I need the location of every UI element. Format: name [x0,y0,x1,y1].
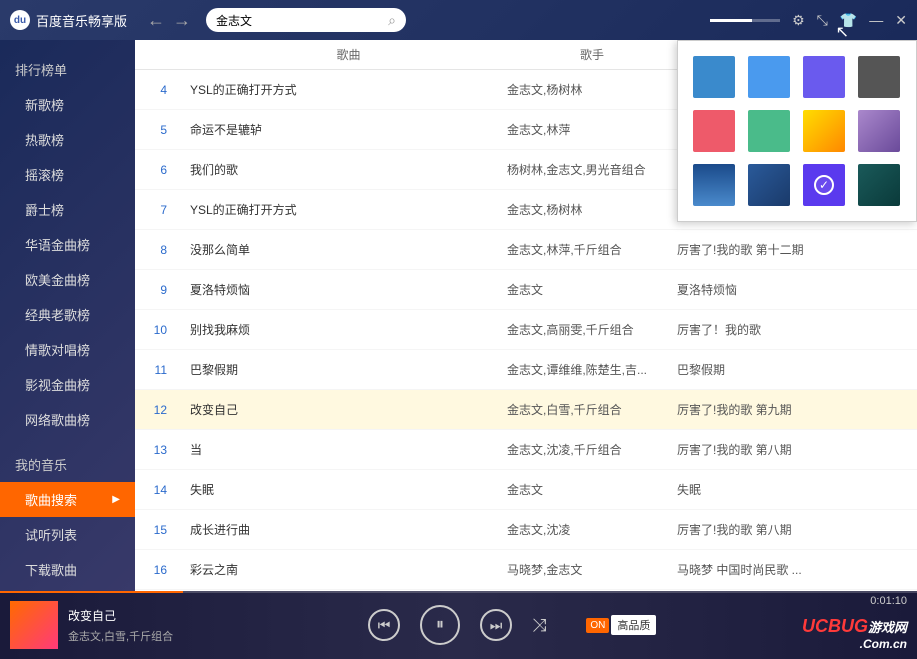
table-row[interactable]: 10别找我麻烦金志文,高丽雯,千斤组合厉害了！我的歌 [135,310,917,350]
table-row[interactable]: 14失眠金志文失眠 [135,470,917,510]
sidebar-item-chart-5[interactable]: 欧美金曲榜 [0,262,135,297]
sidebar-item-chart-1[interactable]: 热歌榜 [0,122,135,157]
next-button[interactable]: ⏭ [480,609,512,641]
app-title: 百度音乐畅享版 [36,11,127,30]
theme-swatch-2[interactable] [803,56,845,98]
time-display: 0:01:10 [870,595,907,607]
content-area: 歌曲 歌手 4YSL的正确打开方式金志文,杨树林厉5命运不是辘轳金志文,林萍厉6… [135,40,917,591]
settings-icon[interactable]: ⚙ [792,12,805,29]
theme-swatch-3[interactable] [858,56,900,98]
table-row[interactable]: 16彩云之南马晓梦,金志文马晓梦 中国时尚民歌 ... [135,550,917,590]
table-row[interactable]: 11巴黎假期金志文,谭维维,陈楚生,吉...巴黎假期 [135,350,917,390]
sidebar-section-mymusic: 我的音乐 [0,447,135,482]
table-row[interactable]: 8没那么简单金志文,林萍,千斤组合厉害了!我的歌 第十二期 [135,230,917,270]
sidebar-item-chart-8[interactable]: 影视金曲榜 [0,367,135,402]
play-pause-button[interactable]: ⏸ [420,605,460,645]
titlebar: du 百度音乐畅享版 ← → ⌕ ⚙ ⤡ 👕 — ✕ ↖ [0,0,917,40]
sidebar-item-chart-9[interactable]: 网络歌曲榜 [0,402,135,437]
sidebar-item-my-0[interactable]: 歌曲搜索▶ [0,482,135,517]
sidebar-item-my-2[interactable]: 下载歌曲 [0,552,135,587]
theme-swatch-6[interactable] [803,110,845,152]
table-row[interactable]: 13当金志文,沈凌,千斤组合厉害了!我的歌 第八期 [135,430,917,470]
mini-mode-icon[interactable]: ⤡ [817,12,828,29]
search-icon[interactable]: ⌕ [388,12,396,29]
minimize-button[interactable]: — [869,12,883,28]
table-row[interactable]: 15成长进行曲金志文,沈凌厉害了!我的歌 第八期 [135,510,917,550]
sidebar: 排行榜单 新歌榜热歌榜摇滚榜爵士榜华语金曲榜欧美金曲榜经典老歌榜情歌对唱榜影视金… [0,40,135,591]
theme-swatch-8[interactable] [693,164,735,206]
check-icon: ✓ [814,175,834,195]
album-art[interactable] [10,601,58,649]
prev-button[interactable]: ⏮ [368,609,400,641]
logo-icon: du [10,10,30,30]
close-button[interactable]: ✕ [895,12,907,29]
theme-swatch-11[interactable] [858,164,900,206]
forward-button[interactable]: → [173,10,191,31]
header-artist[interactable]: 歌手 [507,46,677,63]
sidebar-item-chart-7[interactable]: 情歌对唱榜 [0,332,135,367]
theme-swatch-7[interactable] [858,110,900,152]
now-playing-title: 改变自己 [68,607,268,624]
now-playing-artist: 金志文,白雪,千斤组合 [68,628,268,644]
search-input[interactable] [216,13,388,27]
sidebar-item-my-1[interactable]: 试听列表 [0,517,135,552]
app-logo: du 百度音乐畅享版 [10,10,127,30]
quality-badge[interactable]: ON 高品质 [586,615,656,635]
theme-swatch-0[interactable] [693,56,735,98]
theme-icon[interactable]: 👕 [840,12,857,29]
table-row[interactable]: 9夏洛特烦恼金志文夏洛特烦恼 [135,270,917,310]
theme-panel: ✓ [677,40,917,222]
progress-bar[interactable] [0,591,917,593]
sidebar-item-chart-3[interactable]: 爵士榜 [0,192,135,227]
theme-swatch-5[interactable] [748,110,790,152]
sidebar-item-chart-4[interactable]: 华语金曲榜 [0,227,135,262]
watermark: UCBUG游戏网 .Com.cn [802,616,907,651]
theme-swatch-4[interactable] [693,110,735,152]
sidebar-section-charts: 排行榜单 [0,52,135,87]
chevron-right-icon: ▶ [112,494,120,505]
shuffle-button[interactable]: ⤨ [532,615,546,636]
sidebar-item-chart-2[interactable]: 摇滚榜 [0,157,135,192]
theme-swatch-10[interactable]: ✓ [803,164,845,206]
theme-swatch-1[interactable] [748,56,790,98]
player-bar: 0:01:10 改变自己 金志文,白雪,千斤组合 ⏮ ⏸ ⏭ ⤨ ON 高品质 … [0,591,917,659]
back-button[interactable]: ← [147,10,165,31]
sidebar-item-chart-0[interactable]: 新歌榜 [0,87,135,122]
search-box[interactable]: ⌕ [206,8,406,32]
header-song[interactable]: 歌曲 [175,46,507,63]
volume-slider[interactable] [710,19,780,22]
sidebar-item-chart-6[interactable]: 经典老歌榜 [0,297,135,332]
table-row[interactable]: 12▶改变自己金志文,白雪,千斤组合厉害了!我的歌 第九期 [135,390,917,430]
theme-swatch-9[interactable] [748,164,790,206]
